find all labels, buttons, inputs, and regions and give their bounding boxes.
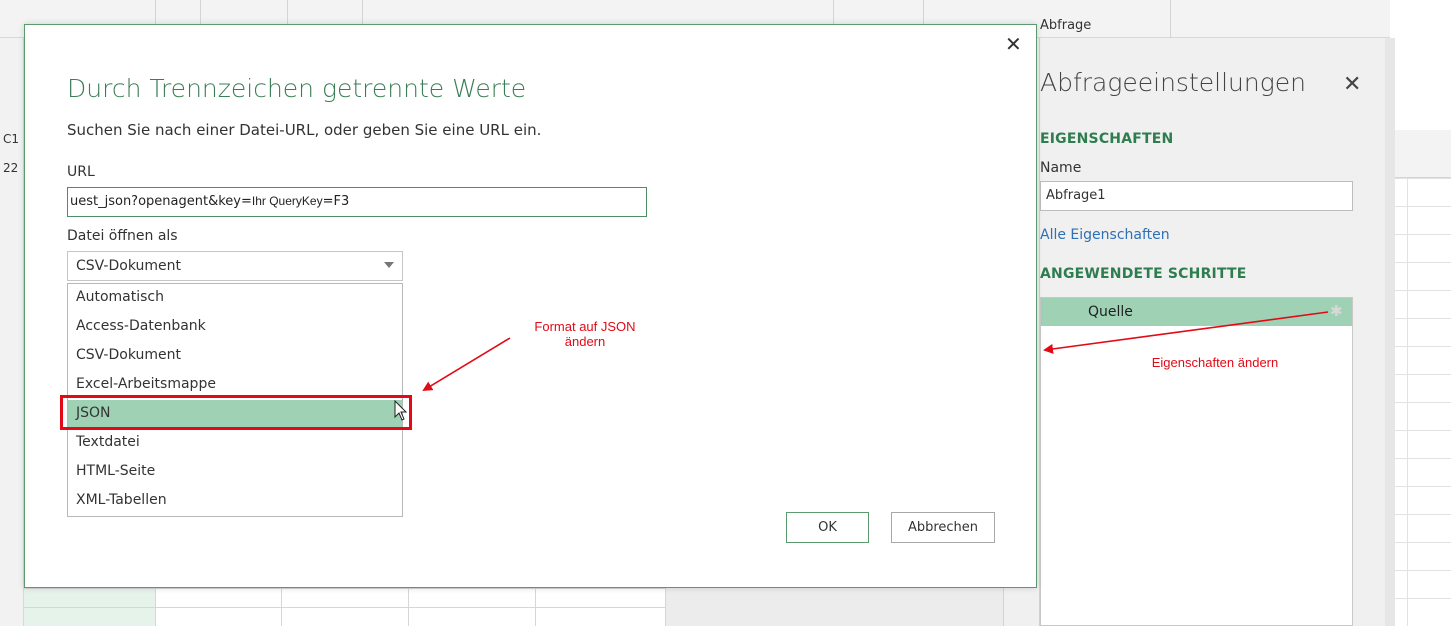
query-settings-pane: Abfrageeinstellungen ✕ EIGENSCHAFTEN Nam… (1039, 38, 1385, 626)
annotation-line: Format auf JSON (534, 319, 636, 334)
option-automatisch[interactable]: Automatisch (68, 284, 402, 312)
all-properties-link[interactable]: Alle Eigenschaften (1040, 227, 1170, 243)
cell-label: C1 (3, 132, 20, 146)
ok-button[interactable]: OK (786, 512, 869, 543)
annotation-line: ändern (564, 334, 606, 349)
option-csv-dokument[interactable]: CSV-Dokument (68, 342, 402, 370)
cell-label: 22 (3, 161, 19, 175)
applied-steps-list: Quelle ✱ (1040, 297, 1353, 626)
query-settings-title: Abfrageeinstellungen (1040, 68, 1306, 97)
url-input[interactable]: uest_json?openagent&key=Ihr QueryKey=F3 (67, 187, 647, 217)
csv-dialog: ✕ Durch Trennzeichen getrennte Werte Suc… (24, 24, 1037, 588)
option-textdatei[interactable]: Textdatei (68, 429, 402, 457)
chevron-down-icon[interactable] (384, 262, 394, 268)
option-access-datenbank[interactable]: Access-Datenbank (68, 313, 402, 341)
step-quelle[interactable]: Quelle ✱ (1041, 298, 1352, 326)
dialog-subtitle: Suchen Sie nach einer Datei-URL, oder ge… (67, 121, 542, 139)
data-grid (24, 588, 666, 626)
option-xml-tabellen[interactable]: XML-Tabellen (68, 487, 402, 515)
ribbon-divider (1170, 0, 1171, 38)
option-html-seite[interactable]: HTML-Seite (68, 458, 402, 486)
name-label: Name (1040, 160, 1082, 176)
json-highlight-box (60, 395, 412, 430)
close-icon[interactable]: ✕ (1005, 33, 1022, 55)
close-icon[interactable]: ✕ (1343, 72, 1361, 97)
empty-grid-area (666, 588, 1003, 626)
annotation-format-note: Format auf JSON ändern (500, 319, 670, 349)
grid-line (1407, 138, 1408, 626)
annotation-properties-note: Eigenschaften ändern (1151, 355, 1279, 370)
applied-steps-heading: ANGEWENDETE SCHRITTE (1040, 266, 1247, 282)
vertical-scrollbar[interactable] (1385, 38, 1395, 626)
properties-heading: EIGENSCHAFTEN (1040, 131, 1174, 147)
gear-icon[interactable]: ✱ (1330, 302, 1343, 320)
url-text: uest_json?openagent&key= (70, 194, 252, 209)
row-header-strip (0, 38, 24, 626)
url-text-querykey: Ihr QueryKey (251, 194, 323, 208)
step-label: Quelle (1088, 304, 1133, 320)
query-name-input[interactable]: Abfrage1 (1040, 181, 1353, 211)
mouse-cursor-icon (394, 400, 408, 421)
tab-abfrage[interactable]: Abfrage (1040, 18, 1091, 33)
dialog-title: Durch Trennzeichen getrennte Werte (67, 74, 527, 103)
file-format-select[interactable]: CSV-Dokument (67, 251, 403, 281)
select-value: CSV-Dokument (76, 258, 181, 274)
cancel-button[interactable]: Abbrechen (891, 512, 995, 543)
url-text: =F3 (322, 194, 350, 209)
url-label: URL (67, 164, 95, 180)
open-as-label: Datei öffnen als (67, 228, 178, 244)
grid-row-line (24, 607, 666, 608)
